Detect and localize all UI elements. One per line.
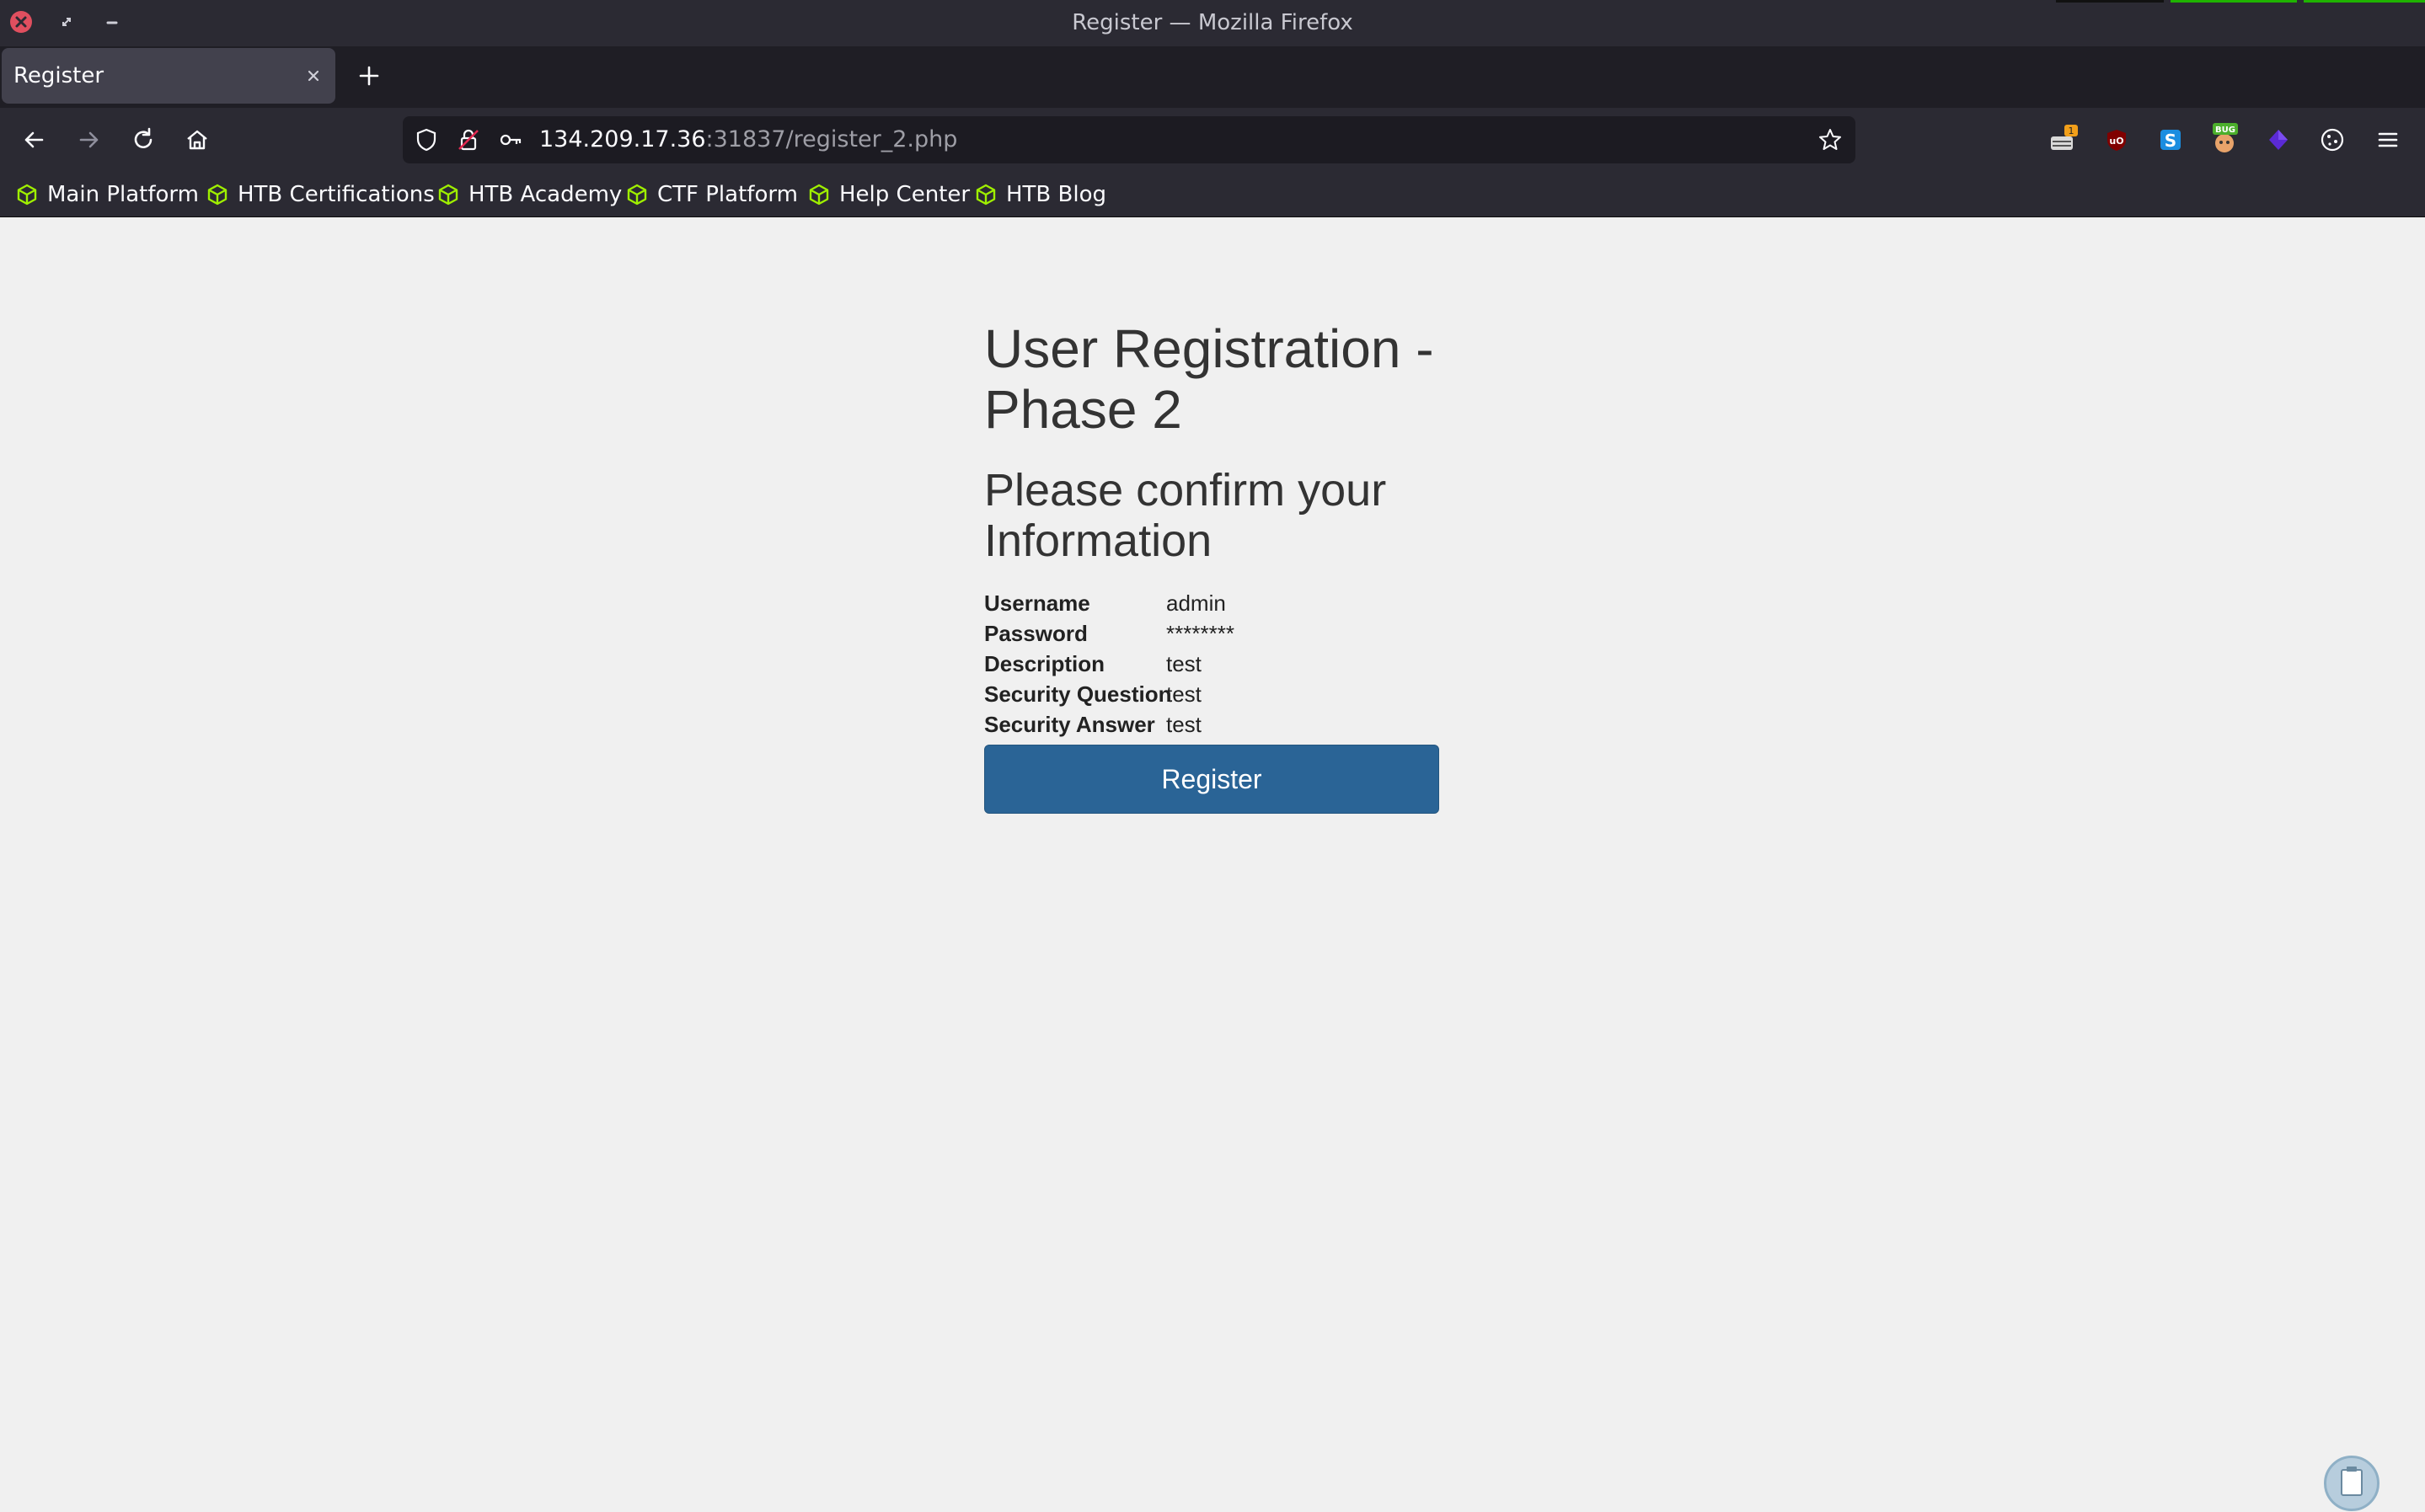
plus-icon: [359, 66, 379, 86]
reload-button[interactable]: [126, 123, 160, 157]
register-button[interactable]: Register: [984, 745, 1439, 814]
info-row-description: Description test: [984, 649, 1439, 679]
home-button[interactable]: [180, 123, 214, 157]
bookmark-label: HTB Certifications: [238, 182, 435, 207]
forward-arrow-icon: [79, 131, 99, 148]
key-icon[interactable]: [497, 126, 524, 153]
htb-cube-icon: [438, 184, 458, 206]
bug-face-icon: BUG: [2213, 123, 2238, 152]
app-menu-button[interactable]: [2371, 123, 2405, 157]
window-titlebar: Register — Mozilla Firefox: [0, 0, 2425, 46]
confirmation-list: Username admin Password ******** Descrip…: [984, 588, 1439, 740]
bookmark-htb-blog[interactable]: HTB Blog: [974, 172, 1106, 217]
extension-badge-count: 1: [2069, 126, 2074, 136]
bookmarks-toolbar: Main Platform HTB Certifications HTB Aca…: [0, 172, 2425, 217]
htb-cube-icon: [809, 184, 829, 206]
extension-icon: 1: [2051, 125, 2078, 150]
clipboard-widget-button[interactable]: [2324, 1456, 2379, 1511]
field-value: admin: [1166, 590, 1226, 616]
field-value: test: [1166, 651, 1202, 676]
htb-cube-icon: [207, 184, 228, 206]
home-icon: [187, 130, 207, 150]
field-value: ********: [1166, 621, 1234, 646]
info-row-security-question: Security Question test: [984, 679, 1439, 709]
cookie-extension-button[interactable]: [2315, 123, 2349, 157]
bookmark-main-platform[interactable]: Main Platform: [15, 172, 199, 217]
info-row-security-answer: Security Answer test: [984, 709, 1439, 740]
field-label: Security Question: [984, 681, 1172, 707]
info-row-username: Username admin: [984, 588, 1439, 618]
url-text[interactable]: 134.209.17.36:31837/register_2.php: [539, 116, 957, 163]
svg-text:uO: uO: [2109, 136, 2123, 147]
page-title: User Registration - Phase 2: [984, 318, 1434, 440]
bug-label: BUG: [2215, 126, 2235, 135]
close-icon: [308, 70, 319, 82]
bookmark-ctf-platform[interactable]: CTF Platform: [625, 172, 798, 217]
purple-gem-icon: [2269, 130, 2288, 150]
htb-cube-icon: [627, 184, 647, 206]
bookmark-label: HTB Academy: [468, 182, 623, 207]
window-title: Register — Mozilla Firefox: [1072, 10, 1353, 35]
page-subtitle: Please confirm your Information: [984, 465, 1387, 566]
clipboard-icon: [2341, 1467, 2363, 1496]
url-host: 134.209.17.36: [539, 126, 706, 152]
ublock-origin-button[interactable]: uO: [2100, 123, 2133, 157]
hamburger-menu-icon: [2378, 132, 2398, 147]
field-label: Password: [984, 621, 1088, 646]
svg-text:S: S: [2165, 131, 2176, 151]
titlebar-strip: [2056, 0, 2164, 3]
s-logo-icon: S: [2160, 130, 2181, 151]
tab-register[interactable]: Register: [2, 48, 335, 104]
htb-cube-icon: [17, 184, 37, 206]
htb-cube-icon: [976, 184, 996, 206]
url-bar[interactable]: 134.209.17.36:31837/register_2.php: [403, 116, 1855, 163]
insecure-lock-icon[interactable]: [455, 126, 482, 153]
ublock-shield-icon: uO: [2107, 130, 2126, 151]
back-button[interactable]: [17, 123, 51, 157]
page-viewport: User Registration - Phase 2 Please confi…: [0, 217, 2425, 1511]
tab-close-button[interactable]: [302, 64, 325, 88]
registration-panel: User Registration - Phase 2 Please confi…: [984, 318, 1439, 814]
field-label: Security Answer: [984, 712, 1155, 737]
tab-bar: Register: [0, 46, 2425, 108]
purple-extension-button[interactable]: [2262, 123, 2295, 157]
field-value: test: [1166, 712, 1202, 737]
extension-badge-button[interactable]: 1: [2046, 123, 2080, 157]
bookmark-label: Main Platform: [47, 182, 199, 207]
field-label: Username: [984, 590, 1090, 616]
bookmark-label: CTF Platform: [657, 182, 798, 207]
field-value: test: [1166, 681, 1202, 707]
navigation-toolbar: 134.209.17.36:31837/register_2.php 1 uO …: [0, 108, 2425, 172]
titlebar-strip: [2171, 0, 2297, 3]
cookie-icon: [2321, 128, 2344, 152]
titlebar-strip: [2304, 0, 2425, 3]
bookmark-star-icon[interactable]: [1817, 126, 1844, 153]
extension-s-button[interactable]: S: [2154, 123, 2187, 157]
reload-icon: [134, 127, 153, 148]
url-path: :31837/register_2.php: [705, 126, 958, 152]
bookmark-help-center[interactable]: Help Center: [807, 172, 970, 217]
tab-label: Register: [13, 63, 104, 88]
new-tab-button[interactable]: [354, 61, 384, 91]
bug-extension-button[interactable]: BUG: [2208, 123, 2241, 157]
bookmark-label: HTB Blog: [1006, 182, 1107, 207]
forward-button[interactable]: [72, 123, 106, 157]
bookmark-label: Help Center: [839, 182, 971, 207]
bookmark-htb-academy[interactable]: HTB Academy: [436, 172, 622, 217]
back-arrow-icon: [24, 131, 44, 148]
info-row-password: Password ********: [984, 618, 1439, 649]
field-label: Description: [984, 651, 1105, 676]
bookmark-htb-certifications[interactable]: HTB Certifications: [206, 172, 435, 217]
tracking-protection-shield-icon[interactable]: [413, 126, 440, 153]
